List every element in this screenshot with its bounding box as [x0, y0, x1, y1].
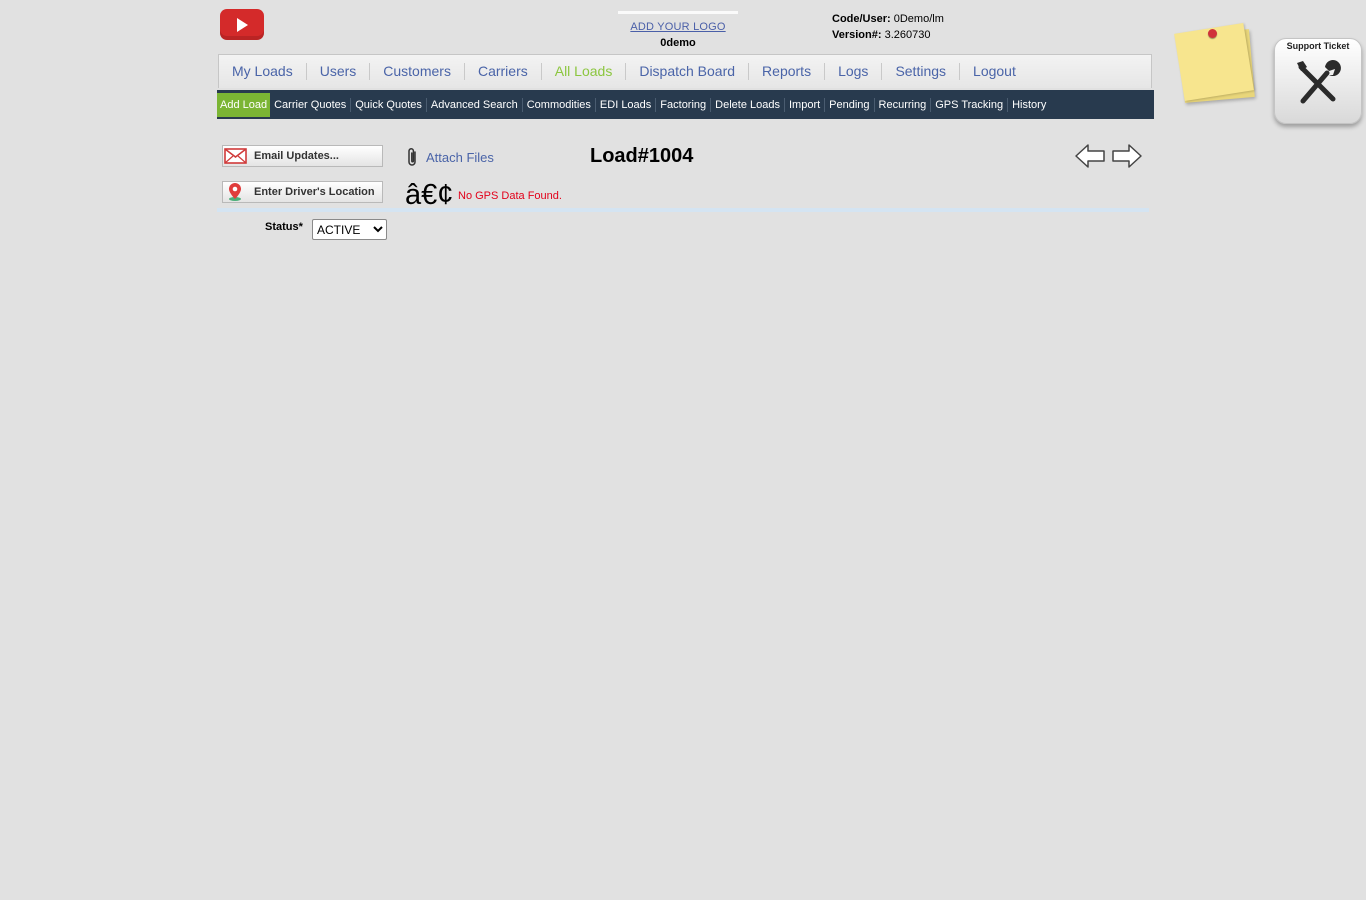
nav-reports[interactable]: Reports — [748, 63, 824, 80]
sub-nav: Add Load Carrier Quotes Quick Quotes Adv… — [217, 90, 1154, 119]
attach-files-label: Attach Files — [426, 149, 494, 165]
status-select[interactable]: ACTIVE — [312, 219, 387, 240]
arrow-left-icon[interactable] — [1074, 143, 1106, 169]
nav-settings[interactable]: Settings — [881, 63, 959, 80]
arrow-right-icon[interactable] — [1111, 143, 1143, 169]
code-user-label: Code/User: — [832, 13, 891, 25]
nav-dispatch-board[interactable]: Dispatch Board — [625, 63, 748, 80]
sticky-note-icon[interactable] — [1174, 22, 1260, 108]
subnav-add-load[interactable]: Add Load — [217, 92, 271, 117]
main-nav: My Loads Users Customers Carriers All Lo… — [218, 54, 1152, 88]
wrench-screwdriver-icon — [1297, 60, 1341, 104]
status-label: Status* — [265, 221, 303, 233]
nav-logout[interactable]: Logout — [959, 63, 1029, 80]
version-label: Version#: — [832, 29, 882, 41]
enter-driver-location-label: Enter Driver's Location — [254, 186, 375, 198]
version-info: Version#: 3.260730 — [832, 29, 930, 41]
nav-carriers[interactable]: Carriers — [463, 63, 541, 80]
add-logo-link[interactable]: ADD YOUR LOGO — [618, 21, 738, 33]
email-updates-button[interactable]: Email Updates... — [222, 145, 383, 167]
envelope-icon — [223, 146, 254, 166]
subnav-commodities[interactable]: Commodities — [521, 97, 595, 112]
subnav-quick-quotes[interactable]: Quick Quotes — [350, 97, 426, 112]
subnav-gps-tracking[interactable]: GPS Tracking — [930, 97, 1007, 112]
subnav-pending[interactable]: Pending — [824, 97, 873, 112]
nav-logs[interactable]: Logs — [824, 63, 881, 80]
gps-status-message: No GPS Data Found. — [458, 190, 562, 202]
nav-customers[interactable]: Customers — [369, 63, 464, 80]
subnav-factoring[interactable]: Factoring — [655, 97, 710, 112]
nav-my-loads[interactable]: My Loads — [219, 63, 306, 80]
subnav-advanced-search[interactable]: Advanced Search — [425, 97, 522, 112]
section-divider — [217, 208, 1149, 212]
subnav-carrier-quotes[interactable]: Carrier Quotes — [270, 98, 350, 112]
subnav-delete-loads[interactable]: Delete Loads — [710, 97, 784, 112]
paperclip-icon — [408, 148, 416, 166]
nav-users[interactable]: Users — [305, 63, 370, 80]
version-value: 3.260730 — [881, 29, 931, 41]
attach-files-link[interactable]: Attach Files — [406, 147, 494, 167]
company-name: 0demo — [660, 37, 696, 49]
load-title: Load#1004 — [590, 145, 694, 167]
subnav-edi-loads[interactable]: EDI Loads — [594, 97, 655, 112]
nav-all-loads[interactable]: All Loads — [540, 63, 626, 80]
subnav-history[interactable]: History — [1007, 97, 1050, 112]
subnav-import[interactable]: Import — [783, 97, 824, 112]
email-updates-label: Email Updates... — [254, 150, 339, 162]
support-ticket-label: Support Ticket — [1286, 41, 1350, 51]
code-user-value: 0Demo/lm — [890, 13, 944, 25]
map-pin-icon — [223, 182, 254, 202]
youtube-icon[interactable] — [220, 9, 264, 40]
support-ticket-button[interactable]: Support Ticket — [1274, 38, 1362, 124]
enter-driver-location-button[interactable]: Enter Driver's Location — [222, 181, 383, 203]
logo-placeholder-bar — [618, 11, 738, 14]
gps-bullet-glyph: â€¢ — [405, 179, 454, 211]
code-user-info: Code/User: 0Demo/lm — [832, 13, 944, 25]
subnav-recurring[interactable]: Recurring — [873, 97, 931, 112]
